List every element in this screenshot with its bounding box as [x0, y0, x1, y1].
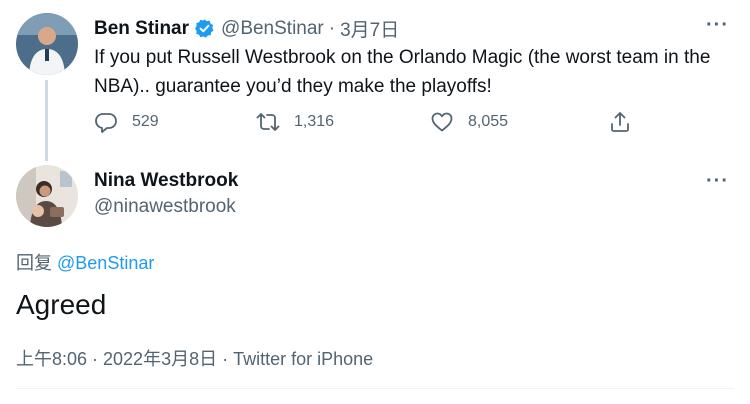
retweet-icon: [256, 113, 280, 131]
verified-badge-icon: [194, 18, 215, 39]
avatar-ben-stinar[interactable]: [16, 13, 78, 75]
reply-author-handle[interactable]: @ninawestbrook: [94, 196, 236, 218]
tweet-date[interactable]: 3月7日: [340, 15, 399, 42]
reply-author-name[interactable]: Nina Westbrook: [94, 170, 238, 192]
heart-icon: [431, 112, 453, 132]
replying-to-mention[interactable]: @BenStinar: [57, 253, 154, 273]
more-options-icon[interactable]: ···: [706, 14, 729, 37]
reply-count: 529: [132, 113, 159, 130]
divider: [16, 388, 734, 389]
reply-button[interactable]: 529: [94, 110, 159, 134]
tweet-text: If you put Russell Westbrook on the Orla…: [94, 47, 711, 97]
author-name[interactable]: Ben Stinar: [94, 18, 189, 40]
avatar-nina-westbrook[interactable]: [16, 165, 78, 227]
reply-timestamp[interactable]: 上午8:06 · 2022年3月8日 · Twitter for iPhone: [16, 345, 373, 371]
reply-text: Agreed: [16, 289, 107, 320]
replying-to: 回复 @BenStinar: [16, 249, 154, 275]
tweet-actions: 529 1,316 8,055: [94, 110, 734, 138]
author-handle[interactable]: @BenStinar: [221, 18, 324, 40]
reply-icon: [95, 113, 117, 133]
replying-to-label: 回复: [16, 253, 52, 273]
retweet-button[interactable]: 1,316: [256, 110, 334, 134]
like-count: 8,055: [468, 113, 509, 130]
dot-separator: ·: [328, 17, 336, 39]
share-icon: [611, 112, 629, 132]
retweet-count: 1,316: [294, 113, 335, 130]
share-button[interactable]: [608, 110, 646, 134]
like-button[interactable]: 8,055: [430, 110, 508, 134]
thread-line: [45, 80, 48, 161]
reply-more-options-icon[interactable]: ···: [706, 170, 729, 193]
tweet-header: Ben Stinar @BenStinar · 3月7日: [94, 15, 399, 42]
